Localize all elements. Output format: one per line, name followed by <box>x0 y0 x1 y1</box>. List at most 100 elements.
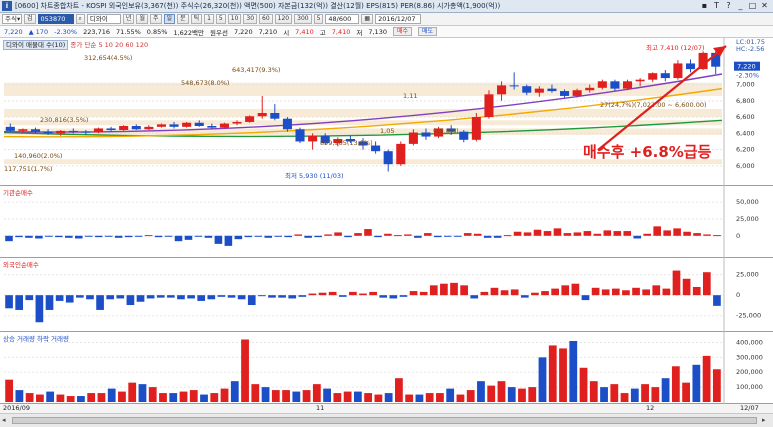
volume-bar-8 <box>87 393 96 402</box>
volume-bar-4 <box>46 391 55 402</box>
scroll-right-icon[interactable]: ▸ <box>762 416 766 424</box>
foreign-bar-9 <box>96 295 104 310</box>
volume-bar-22 <box>230 381 239 402</box>
help-button[interactable]: ? <box>723 1 734 11</box>
candle-body-42 <box>534 88 544 93</box>
scroll-thumb[interactable] <box>12 417 757 424</box>
institution-chart[interactable]: 50,000 25,000 0 <box>0 186 773 258</box>
period-day[interactable]: 일 <box>163 14 176 24</box>
foreign-chart[interactable]: 25,000 0 -25,000 <box>0 258 773 332</box>
quote-change: ▲ 170 <box>28 27 49 36</box>
candle-body-32 <box>408 132 418 144</box>
maximize-button[interactable]: □ <box>747 1 758 11</box>
inst-bar-66 <box>663 230 671 236</box>
interval-300[interactable]: 300 <box>294 14 312 24</box>
quote-prev-value: 7,220 <box>233 27 253 36</box>
buy-button[interactable]: 매수 <box>392 27 413 36</box>
high-marker: 최고 7,410 (12/07) <box>646 43 705 52</box>
inst-bar-43 <box>434 235 442 238</box>
foreign-bar-63 <box>642 289 650 296</box>
inst-bar-46 <box>463 233 472 236</box>
volume-chart[interactable]: 400,000 300,000 200,000 100,000 <box>0 332 773 404</box>
volume-pane[interactable]: 상승 거래량 하락 거래량 400,000 300,000 200,000 100,0… <box>0 332 773 404</box>
candle-body-14 <box>182 122 192 127</box>
pin-button[interactable]: ▪ <box>699 1 710 11</box>
candle-body-19 <box>245 116 255 122</box>
close-button[interactable]: ✕ <box>759 1 770 11</box>
sell-button[interactable]: 매도 <box>418 27 438 36</box>
interval-custom[interactable]: 5 <box>313 14 324 24</box>
price-chart[interactable]: 7,000 6,800 6,600 6,400 6,200 6,000 312,654(4.… <box>0 38 773 186</box>
foreign-bar-48 <box>490 287 499 296</box>
interval-30[interactable]: 30 <box>243 14 258 24</box>
foreign-bar-60 <box>611 288 620 296</box>
search-button[interactable]: 검 <box>24 14 36 24</box>
foreign-tick-1: 0 <box>736 291 740 299</box>
quote-volume: 223,716 <box>83 27 110 36</box>
foreign-bar-31 <box>318 292 327 296</box>
volume-bar-19 <box>200 394 208 402</box>
inst-bar-53 <box>533 229 542 236</box>
foreign-bar-6 <box>65 295 74 303</box>
inst-bar-36 <box>364 229 372 236</box>
foreign-bar-44 <box>450 282 458 296</box>
candle-body-37 <box>471 117 481 140</box>
quote-high-value2: 7,410 <box>331 27 351 36</box>
foreign-bar-53 <box>541 291 549 296</box>
interval-60[interactable]: 60 <box>259 14 273 24</box>
inst-bar-12 <box>124 235 133 238</box>
period-month[interactable]: 월 <box>136 14 148 24</box>
period-year[interactable]: 년 <box>122 14 135 24</box>
candle-body-13 <box>169 124 179 127</box>
data-count-field[interactable]: 48/600 <box>325 14 360 24</box>
scroll-left-icon[interactable]: ◂ <box>2 416 6 424</box>
horizontal-scrollbar[interactable]: ◂ ▸ <box>0 413 773 427</box>
volume-bar-30 <box>312 384 321 402</box>
date-input[interactable]: 2016/12/07 <box>375 14 422 24</box>
foreign-bar-28 <box>288 295 297 299</box>
foreign-bar-34 <box>349 291 357 296</box>
foreign-pane[interactable]: 외국인순매수 25,000 0 -25,000 <box>0 258 773 332</box>
inst-tick-1: 25,000 <box>736 215 759 223</box>
foreign-bar-65 <box>662 288 671 296</box>
volume-bar-2 <box>25 393 34 402</box>
stock-code-input[interactable]: 053870 <box>37 14 74 24</box>
interval-120[interactable]: 120 <box>274 14 293 24</box>
price-pane[interactable]: 디와이 매물대 수(10) 종가 단순 5 10 20 60 120 7,000… <box>0 38 773 186</box>
candle-body-11 <box>144 126 154 130</box>
inst-bar-16 <box>164 235 173 237</box>
volume-bar-16 <box>169 393 178 402</box>
inst-bar-41 <box>414 235 422 238</box>
period-minute[interactable]: 분 <box>177 14 189 24</box>
volume-bar-56 <box>579 367 588 402</box>
foreign-bar-38 <box>389 295 398 299</box>
calendar-icon[interactable]: ▦ <box>361 14 374 24</box>
institution-legend: 기관순매수 <box>3 189 33 197</box>
foreign-bar-2 <box>25 295 34 301</box>
minimize-button[interactable]: _ <box>735 1 746 11</box>
volume-bar-3 <box>36 394 44 402</box>
foreign-bar-27 <box>278 295 286 298</box>
period-week[interactable]: 주 <box>149 14 162 24</box>
magnifier-icon[interactable]: ⌕ <box>75 14 85 24</box>
foreign-bar-61 <box>622 290 630 296</box>
institution-pane[interactable]: 기관순매수 50,000 25,000 0 <box>0 186 773 258</box>
chart-toolbar: 주식▾ 검 053870 ⌕ 디와이 년 월 주 일 분 틱 1 5 10 30… <box>0 13 773 26</box>
interval-10[interactable]: 10 <box>227 14 242 24</box>
volume-bar-11 <box>118 391 126 402</box>
volume-bar-36 <box>374 394 383 402</box>
period-tick[interactable]: 틱 <box>190 14 203 24</box>
inst-bar-71 <box>713 235 721 237</box>
interval-5[interactable]: 5 <box>215 14 226 24</box>
inst-bar-15 <box>154 235 163 238</box>
market-select[interactable]: 주식▾ <box>2 14 22 24</box>
interval-1[interactable]: 1 <box>204 14 214 24</box>
foreign-bar-19 <box>197 295 206 301</box>
foreign-bar-24 <box>247 295 256 306</box>
text-button[interactable]: T <box>711 1 722 11</box>
foreign-bar-56 <box>571 283 580 296</box>
foreign-bar-0 <box>5 295 13 309</box>
inst-bar-32 <box>324 234 332 236</box>
candle-body-47 <box>597 81 607 88</box>
volume-bar-18 <box>189 390 198 402</box>
